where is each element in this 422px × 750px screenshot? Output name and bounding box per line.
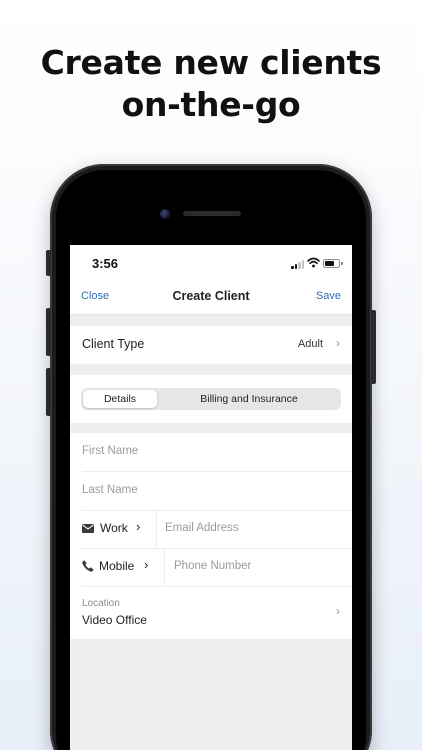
- chevron-right-icon: ›: [144, 557, 149, 572]
- phone-field[interactable]: Phone Number: [174, 560, 251, 572]
- promo-headline: Create new clients on-the-go: [0, 42, 422, 126]
- close-button[interactable]: Close: [81, 290, 109, 302]
- client-type-row[interactable]: Client Type Adult ›: [70, 326, 352, 364]
- nav-bar: Close Create Client Save: [70, 283, 352, 315]
- silent-switch: [46, 250, 51, 276]
- segmented-control: Details Billing and Insurance: [81, 388, 341, 410]
- email-field[interactable]: Email Address: [165, 522, 239, 534]
- chevron-right-icon: ›: [336, 604, 340, 618]
- wifi-icon: [307, 257, 320, 268]
- divider: [164, 548, 165, 586]
- power-button: [371, 310, 376, 384]
- battery-tip: [341, 262, 343, 265]
- tab-billing-insurance[interactable]: Billing and Insurance: [159, 390, 339, 408]
- email-type-label: Work: [100, 521, 128, 535]
- last-name-field[interactable]: Last Name: [70, 472, 352, 510]
- volume-up-button: [46, 308, 51, 356]
- divider: [156, 510, 157, 548]
- volume-down-button: [46, 368, 51, 416]
- first-name-placeholder: First Name: [82, 445, 139, 457]
- tab-details[interactable]: Details: [83, 390, 157, 408]
- status-time: 3:56: [92, 256, 119, 271]
- last-name-placeholder: Last Name: [82, 484, 138, 496]
- first-name-field[interactable]: First Name: [70, 433, 352, 471]
- promo-headline-line1: Create new clients: [40, 43, 382, 82]
- client-details-form: First Name Last Name Work › Email Addres…: [70, 433, 352, 639]
- earpiece-speaker: [183, 211, 241, 216]
- envelope-icon: [82, 524, 94, 533]
- phone-type-label: Mobile: [99, 559, 135, 573]
- app-screen: 3:56 Close Create Client Save Client Typ…: [70, 245, 352, 750]
- phone-icon: [82, 560, 94, 572]
- page-title: Create Client: [172, 289, 250, 303]
- chevron-right-icon: ›: [136, 519, 141, 534]
- tab-bar: Details Billing and Insurance: [70, 375, 352, 423]
- divider: [82, 586, 352, 587]
- promo-headline-line2: on-the-go: [121, 85, 301, 124]
- front-camera: [160, 209, 170, 219]
- status-bar: 3:56: [70, 245, 352, 283]
- email-row: Work › Email Address: [70, 510, 352, 548]
- location-value: Video Office: [82, 613, 147, 627]
- cellular-signal-icon: [291, 260, 304, 269]
- save-button[interactable]: Save: [316, 290, 341, 302]
- client-type-value: Adult: [297, 338, 323, 350]
- client-type-label: Client Type: [82, 337, 145, 351]
- phone-row: Mobile › Phone Number: [70, 548, 352, 586]
- battery-icon: [323, 259, 340, 268]
- chevron-right-icon: ›: [336, 336, 340, 350]
- location-label: Location: [82, 598, 120, 609]
